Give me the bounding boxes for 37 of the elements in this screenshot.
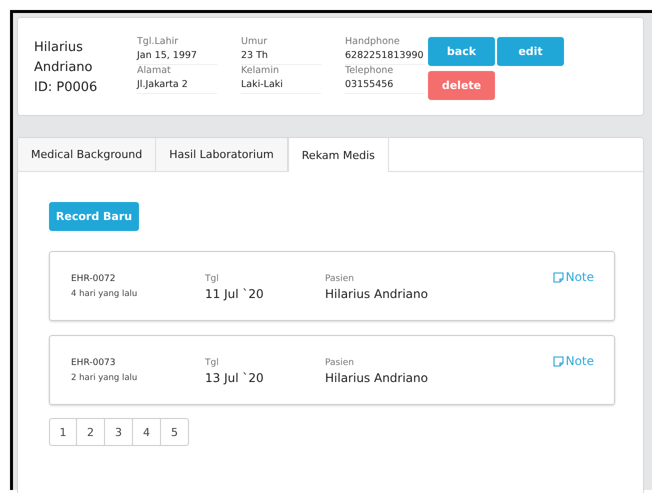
patient-label: Pasien <box>325 357 355 370</box>
page-button[interactable]: 2 <box>77 418 105 446</box>
page-button[interactable]: 1 <box>49 418 77 446</box>
page-button[interactable]: 5 <box>161 418 189 446</box>
tab[interactable]: Hasil Laboratorium <box>156 138 288 171</box>
field-label: Kelamin <box>241 65 280 77</box>
field-label: Tgl.Lahir <box>137 36 180 48</box>
note-icon <box>552 356 564 366</box>
page-button[interactable]: 3 <box>105 418 133 446</box>
field-value: 03155456 <box>345 78 394 92</box>
record-age: 2 hari yang lalu <box>71 372 138 385</box>
date-label: Tgl <box>205 273 220 286</box>
field-label: Telephone <box>345 65 394 77</box>
field-value: 6282251813990 <box>345 49 425 63</box>
field-value: Jan 15, 1997 <box>137 49 198 63</box>
field-label: Handphone <box>345 36 401 48</box>
record-date: 13 Jul `20 <box>205 370 265 386</box>
record-age: 4 hari yang lalu <box>71 288 138 301</box>
field-label: Alamat <box>137 65 172 77</box>
record-id: EHR-0073 <box>71 357 116 370</box>
patient-label: Pasien <box>325 273 355 286</box>
field-value: 23 Th <box>241 49 269 63</box>
field-value: Jl.Jakarta 2 <box>137 78 189 92</box>
page-button[interactable]: 4 <box>133 418 161 446</box>
record-date: 11 Jul `20 <box>205 286 265 302</box>
record-patient: Hilarius Andriano <box>325 286 428 302</box>
tab[interactable]: Medical Background <box>18 138 156 171</box>
record-id: EHR-0072 <box>71 273 116 286</box>
note-icon <box>552 272 564 282</box>
patient-name: Hilarius <box>34 39 84 57</box>
field-label: Umur <box>241 36 268 48</box>
field-value: Laki-Laki <box>241 78 284 92</box>
patient-name: ID: P0006 <box>34 79 98 97</box>
record-patient: Hilarius Andriano <box>325 370 428 386</box>
patient-name: Andriano <box>34 59 94 77</box>
tab[interactable]: Rekam Medis <box>288 138 389 172</box>
date-label: Tgl <box>205 357 220 370</box>
